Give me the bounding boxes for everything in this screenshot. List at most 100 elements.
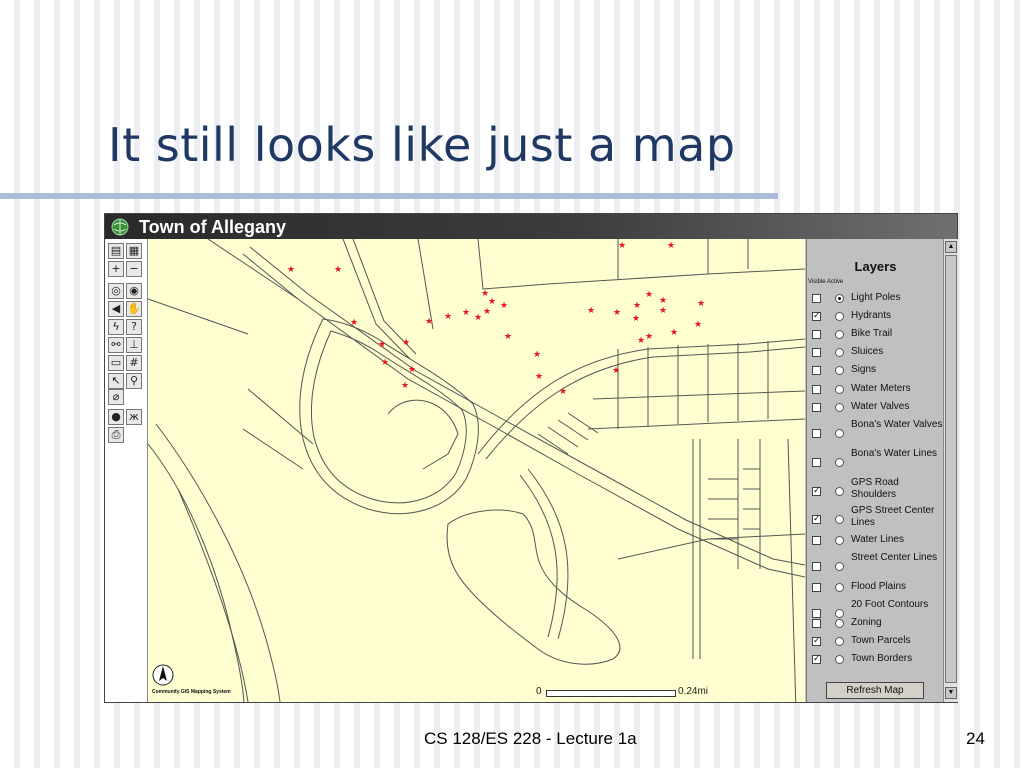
layer-visible-checkbox[interactable] [812, 429, 821, 438]
layer-active-radio[interactable] [835, 312, 844, 321]
hydrant-marker-icon[interactable]: ★ [402, 337, 410, 347]
hydrant-marker-icon[interactable]: ★ [694, 319, 702, 329]
hydrant-marker-icon[interactable]: ★ [533, 349, 541, 359]
layer-active-radio[interactable] [835, 366, 844, 375]
hydrant-marker-icon[interactable]: ★ [500, 300, 508, 310]
parcel-line-9 [587, 418, 805, 430]
zoom-active-icon[interactable]: ◉ [126, 283, 142, 299]
layer-active-radio[interactable] [835, 348, 844, 357]
hydrant-marker-icon[interactable]: ★ [334, 264, 342, 274]
refresh-map-button[interactable]: Refresh Map [826, 682, 924, 699]
eraser-icon[interactable]: ⌀ [108, 389, 124, 405]
layer-visible-checkbox[interactable] [812, 583, 821, 592]
scroll-down-icon[interactable]: ▼ [945, 687, 957, 699]
hydrant-marker-icon[interactable]: ★ [462, 307, 470, 317]
hydrant-marker-icon[interactable]: ★ [481, 288, 489, 298]
layer-active-radio[interactable] [835, 619, 844, 628]
search-magnifier-icon[interactable]: ⚲ [126, 373, 142, 389]
layer-visible-checkbox[interactable] [812, 385, 821, 394]
hydrant-marker-icon[interactable]: ★ [535, 371, 543, 381]
layer-label: Light Poles [851, 292, 901, 303]
query-grid-icon[interactable]: # [126, 355, 142, 371]
hydrant-marker-icon[interactable]: ★ [587, 305, 595, 315]
layer-visible-checkbox[interactable] [812, 619, 821, 628]
layer-visible-checkbox[interactable] [812, 458, 821, 467]
select-rect-icon[interactable]: ▭ [108, 355, 124, 371]
map-canvas[interactable]: ★ ★ ★ ★ ★ ★ ★ ★ ★ ★ ★ ★ ★ ★ ★ ★ ★ ★ ★ ★ ★ ★ ★ ★ ★ ★ ★ ★ ★ ★ ★ ★ ★ ★ ★ Comm… [148, 239, 805, 702]
layer-row: ✓ Town Borders [807, 653, 944, 679]
hydrant-marker-icon[interactable]: ★ [488, 296, 496, 306]
hydrant-marker-icon[interactable]: ★ [350, 317, 358, 327]
layer-active-radio[interactable] [835, 655, 844, 664]
measure-icon[interactable]: ⊥ [126, 337, 142, 353]
hydrant-marker-icon[interactable]: ★ [645, 331, 653, 341]
layer-active-radio[interactable] [835, 536, 844, 545]
scroll-thumb[interactable] [945, 255, 957, 683]
hydrant-marker-icon[interactable]: ★ [378, 339, 386, 349]
print-icon[interactable]: ⎙ [108, 427, 124, 443]
hydrant-marker-icon[interactable]: ★ [659, 295, 667, 305]
layer-active-radio[interactable] [835, 583, 844, 592]
hydrant-marker-icon[interactable]: ★ [381, 357, 389, 367]
layer-active-radio[interactable] [835, 562, 844, 571]
hydrant-marker-icon[interactable]: ★ [483, 306, 491, 316]
layer-active-radio[interactable] [835, 458, 844, 467]
toc-tool-icon[interactable]: ▤ [108, 243, 124, 259]
hydrant-marker-icon[interactable]: ★ [613, 307, 621, 317]
hydrant-marker-icon[interactable]: ★ [659, 305, 667, 315]
layer-active-radio[interactable] [835, 385, 844, 394]
hydrant-marker-icon[interactable]: ★ [618, 240, 626, 250]
layer-active-radio[interactable] [835, 637, 844, 646]
legend-tool-icon[interactable]: ▦ [126, 243, 142, 259]
layer-visible-checkbox[interactable] [812, 294, 821, 303]
layer-visible-checkbox[interactable]: ✓ [812, 312, 821, 321]
buffer-icon[interactable]: ж [126, 409, 142, 425]
layers-scrollbar[interactable]: ▲ ▼ [943, 239, 958, 702]
layer-visible-checkbox[interactable] [812, 330, 821, 339]
layer-active-radio[interactable] [835, 403, 844, 412]
layer-visible-checkbox[interactable] [812, 403, 821, 412]
scroll-up-icon[interactable]: ▲ [945, 241, 957, 253]
layer-visible-checkbox[interactable] [812, 536, 821, 545]
layer-active-radio[interactable] [835, 515, 844, 524]
hydrant-marker-icon[interactable]: ★ [474, 312, 482, 322]
zoom-out-icon[interactable]: − [126, 261, 142, 277]
back-icon[interactable]: ◀ [108, 301, 124, 317]
identify-icon[interactable]: ϟ [108, 319, 124, 335]
zoom-full-icon[interactable]: ◎ [108, 283, 124, 299]
layer-active-radio[interactable] [835, 330, 844, 339]
layer-visible-checkbox[interactable]: ✓ [812, 515, 821, 524]
layer-visible-checkbox[interactable]: ✓ [812, 637, 821, 646]
hydrant-marker-icon[interactable]: ★ [670, 327, 678, 337]
hydrant-marker-icon[interactable]: ★ [612, 365, 620, 375]
hydrant-marker-icon[interactable]: ★ [425, 316, 433, 326]
layer-active-radio[interactable] [835, 487, 844, 496]
layer-visible-checkbox[interactable]: ✓ [812, 487, 821, 496]
layer-active-radio[interactable] [835, 294, 844, 303]
hydrant-marker-icon[interactable]: ★ [408, 364, 416, 374]
hydrant-marker-icon[interactable]: ★ [559, 386, 567, 396]
select-point-icon[interactable]: ↖ [108, 373, 124, 389]
pan-hand-icon[interactable]: ✋ [126, 301, 142, 317]
hydrant-marker-icon[interactable]: ★ [632, 313, 640, 323]
hydrant-marker-icon[interactable]: ★ [401, 380, 409, 390]
stop-icon[interactable]: ● [108, 409, 124, 425]
hydrant-marker-icon[interactable]: ★ [287, 264, 295, 274]
hydrant-marker-icon[interactable]: ★ [637, 335, 645, 345]
hydrant-marker-icon[interactable]: ★ [633, 300, 641, 310]
layer-active-radio[interactable] [835, 429, 844, 438]
layer-visible-checkbox[interactable]: ✓ [812, 655, 821, 664]
hyperlink-icon[interactable]: ? [126, 319, 142, 335]
hydrant-marker-icon[interactable]: ★ [444, 311, 452, 321]
layer-visible-checkbox[interactable] [812, 562, 821, 571]
layer-label: Sluices [851, 346, 884, 357]
layer-visible-checkbox[interactable] [812, 348, 821, 357]
zoom-in-icon[interactable]: + [108, 261, 124, 277]
layer-visible-checkbox[interactable] [812, 366, 821, 375]
slide-footer: CS 128/ES 228 - Lecture 1a [424, 729, 637, 748]
hydrant-marker-icon[interactable]: ★ [667, 240, 675, 250]
hydrant-marker-icon[interactable]: ★ [697, 298, 705, 308]
hydrant-marker-icon[interactable]: ★ [504, 331, 512, 341]
hydrant-marker-icon[interactable]: ★ [645, 289, 653, 299]
find-binoculars-icon[interactable]: ⚯ [108, 337, 124, 353]
